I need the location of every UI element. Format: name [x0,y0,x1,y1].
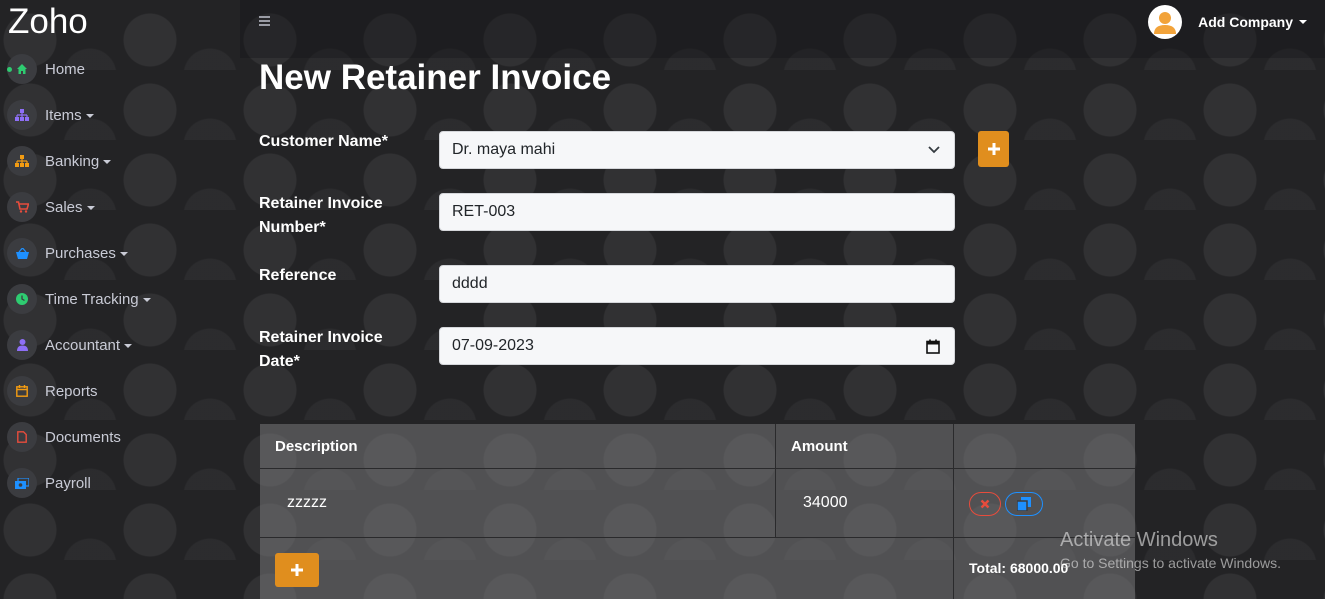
add-customer-button[interactable] [978,131,1009,167]
divider [953,424,954,599]
caret-down-icon [103,159,112,164]
watermark-subtitle: Go to Settings to activate Windows. [1060,555,1281,571]
column-header-description: Description [275,438,358,455]
sidebar-item-home[interactable]: Home [0,46,240,92]
page-title: New Retainer Invoice [259,58,612,97]
sidebar: Home Items Banking Sales Purchases Time … [0,46,240,506]
user-menu[interactable]: Add Company [1148,5,1307,39]
copy-icon [1017,497,1031,511]
sidebar-item-items[interactable]: Items [0,92,240,138]
close-icon [980,499,990,509]
invoice-date-value: 07-09-2023 [452,337,534,354]
add-company-label: Add Company [1198,14,1293,30]
caret-down-icon [142,297,151,302]
column-header-actions [954,424,1135,469]
line-items-table: Description Amount zzzzz 34000 Total: 68… [260,424,1135,599]
invoice-date-label: Retainer Invoice Date* [259,329,383,370]
chevron-down-icon [928,142,940,163]
sidebar-item-time-tracking[interactable]: Time Tracking [0,276,240,322]
total-amount: Total: 68000.00 [969,560,1069,576]
caret-down-icon [124,343,133,348]
invoice-number-value: RET-003 [452,203,516,220]
column-header-amount: Amount [791,438,848,455]
clock-icon [7,284,37,314]
invoice-number-input[interactable]: RET-003 [439,193,955,231]
table-row-description[interactable]: zzzzz [287,494,327,512]
caret-down-icon [86,205,95,210]
reference-value: dddd [452,275,488,292]
customer-select[interactable]: Dr. maya mahi [439,131,955,169]
sidebar-item-accountant[interactable]: Accountant [0,322,240,368]
sidebar-item-sales[interactable]: Sales [0,184,240,230]
caret-down-icon [85,113,94,118]
invoice-date-input[interactable]: 07-09-2023 [439,327,955,365]
sidebar-item-payroll[interactable]: Payroll [0,460,240,506]
sidebar-item-label: Time Tracking [45,291,151,308]
plus-icon [291,564,303,576]
sidebar-item-documents[interactable]: Documents [0,414,240,460]
divider [260,468,1135,469]
windows-activation-watermark: Activate Windows Go to Settings to activ… [1060,529,1281,571]
brand-logo[interactable]: Zoho [8,2,88,42]
add-row-button[interactable] [275,553,319,587]
sidebar-item-label: Home [45,60,86,78]
sidebar-item-label: Items [45,107,94,124]
divider [260,537,1135,538]
duplicate-row-button[interactable] [1005,492,1043,516]
sidebar-item-label: Documents [45,428,121,446]
sidebar-item-label: Payroll [45,474,91,492]
table-row-amount[interactable]: 34000 [803,494,848,512]
customer-name-label: Customer Name* [259,133,388,150]
sidebar-item-label: Reports [45,382,98,400]
caret-down-icon [119,251,128,256]
reference-label: Reference [259,267,337,284]
sitemap-icon [7,100,37,130]
menu-toggle-icon[interactable] [259,16,270,28]
home-icon [7,54,37,84]
sidebar-item-banking[interactable]: Banking [0,138,240,184]
plus-icon [987,143,1000,155]
caret-down-icon [1299,20,1307,24]
divider [775,424,776,537]
reference-input[interactable]: dddd [439,265,955,303]
customer-select-value: Dr. maya mahi [452,141,556,158]
user-icon [7,330,37,360]
sidebar-item-label: Sales [45,199,95,216]
cart-icon [7,192,37,222]
sidebar-item-reports[interactable]: Reports [0,368,240,414]
sidebar-item-label: Banking [45,153,112,170]
document-icon [7,422,37,452]
sidebar-item-label: Purchases [45,245,128,262]
watermark-title: Activate Windows [1060,529,1218,551]
avatar [1148,5,1183,39]
bank-icon [7,146,37,176]
basket-icon [7,238,37,268]
sidebar-item-purchases[interactable]: Purchases [0,230,240,276]
invoice-number-label: Retainer Invoice Number* [259,195,383,236]
money-icon [7,468,37,498]
calendar-icon[interactable] [926,339,940,359]
calendar-icon [7,376,37,406]
delete-row-button[interactable] [969,492,1001,516]
sidebar-item-label: Accountant [45,337,133,354]
